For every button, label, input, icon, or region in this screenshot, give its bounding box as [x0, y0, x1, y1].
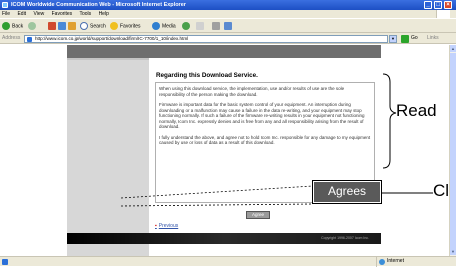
- address-input[interactable]: http://www.icom.co.jp/world/support/down…: [24, 34, 388, 43]
- disclaimer-paragraph: I fully understand the above, and agree …: [159, 134, 371, 146]
- menu-help[interactable]: Help: [99, 11, 109, 17]
- menu-edit[interactable]: Edit: [17, 11, 26, 17]
- scroll-down-icon[interactable]: ▼: [450, 248, 456, 255]
- menu-file[interactable]: File: [2, 11, 10, 17]
- media-icon: [152, 22, 160, 30]
- search-label: Search: [90, 23, 106, 30]
- mail-icon: [196, 22, 204, 30]
- browser-viewport: Regarding this Download Service. When us…: [0, 45, 449, 256]
- media-label: Media: [162, 23, 176, 30]
- maximize-button[interactable]: □: [434, 1, 442, 9]
- status-page-icon: [2, 259, 8, 265]
- menu-tools[interactable]: Tools: [79, 11, 91, 17]
- disclaimer-paragraph: When using this download service, the im…: [159, 86, 345, 97]
- print-icon: [212, 22, 220, 30]
- read-callout-label: Read: [396, 101, 437, 120]
- status-bar: Internet: [0, 256, 456, 267]
- forward-arrow-icon: [28, 22, 36, 30]
- favorites-button[interactable]: Favorites: [110, 22, 141, 31]
- page-footer: Copyright 1996-2007 Icom Inc.: [67, 233, 381, 244]
- bullet-icon: ▪: [155, 223, 157, 229]
- go-button[interactable]: Go: [411, 35, 418, 41]
- standard-toolbar: Back Search Favorites Media: [0, 18, 456, 33]
- favorites-star-icon: [110, 22, 118, 30]
- agrees-callout: Agrees: [312, 180, 382, 204]
- home-button[interactable]: [68, 22, 78, 31]
- refresh-button[interactable]: [58, 22, 68, 31]
- home-icon: [68, 22, 76, 30]
- menu-bar: File Edit View Favorites Tools Help: [0, 10, 456, 18]
- back-button[interactable]: Back: [2, 22, 23, 31]
- menu-favorites[interactable]: Favorites: [52, 11, 73, 17]
- print-button[interactable]: [212, 22, 222, 31]
- address-bar: Address http://www.icom.co.jp/world/supp…: [0, 33, 456, 44]
- click-callout-label: Cl: [433, 181, 450, 200]
- window-title: ICOM Worldwide Communication Web - Micro…: [11, 2, 186, 8]
- scroll-up-icon[interactable]: ▲: [450, 45, 456, 52]
- windows-logo-icon: [436, 10, 450, 18]
- back-arrow-icon: [2, 22, 10, 30]
- agree-button[interactable]: Agree: [246, 211, 270, 219]
- copyright-text: Copyright 1996-2007 Icom Inc.: [321, 236, 369, 240]
- page-icon: [27, 36, 32, 42]
- address-url: http://www.icom.co.jp/world/support/down…: [35, 35, 189, 41]
- menu-view[interactable]: View: [33, 11, 44, 17]
- disclaimer-paragraph: Firmware is important data for the basic…: [159, 102, 365, 129]
- header-band: [149, 45, 381, 58]
- minimize-button[interactable]: _: [424, 1, 432, 9]
- media-button[interactable]: Media: [152, 22, 176, 31]
- go-arrow-icon[interactable]: [401, 34, 409, 43]
- globe-icon: [379, 259, 385, 265]
- history-icon: [182, 22, 190, 30]
- address-dropdown-button[interactable]: ▼: [389, 34, 397, 43]
- left-header-band: [67, 45, 149, 58]
- previous-label: Previous: [158, 223, 179, 229]
- vertical-scrollbar[interactable]: ▲ ▼: [449, 45, 456, 256]
- back-label: Back: [12, 23, 24, 30]
- edit-button[interactable]: [224, 22, 234, 31]
- favorites-label: Favorites: [120, 23, 141, 30]
- close-button[interactable]: ×: [444, 1, 452, 9]
- zone-label: Internet: [387, 258, 404, 264]
- search-icon: [80, 22, 88, 30]
- ie-app-icon: [2, 2, 8, 8]
- search-button[interactable]: Search: [80, 22, 106, 31]
- page-heading: Regarding this Download Service.: [156, 72, 258, 79]
- links-button[interactable]: Links: [427, 35, 439, 41]
- refresh-icon: [58, 22, 66, 30]
- stop-button[interactable]: [48, 22, 58, 31]
- forward-button[interactable]: [28, 22, 38, 31]
- edit-icon: [224, 22, 232, 30]
- scroll-thumb[interactable]: [450, 53, 456, 253]
- left-sidebar: [67, 45, 149, 256]
- address-label: Address: [2, 35, 21, 41]
- mail-button[interactable]: [196, 22, 206, 31]
- history-button[interactable]: [182, 22, 192, 31]
- left-strip: [67, 58, 149, 60]
- stop-icon: [48, 22, 56, 30]
- main-content: Regarding this Download Service. When us…: [149, 58, 381, 237]
- previous-link[interactable]: ▪ Previous: [155, 223, 178, 229]
- window-titlebar: ICOM Worldwide Communication Web - Micro…: [0, 0, 456, 10]
